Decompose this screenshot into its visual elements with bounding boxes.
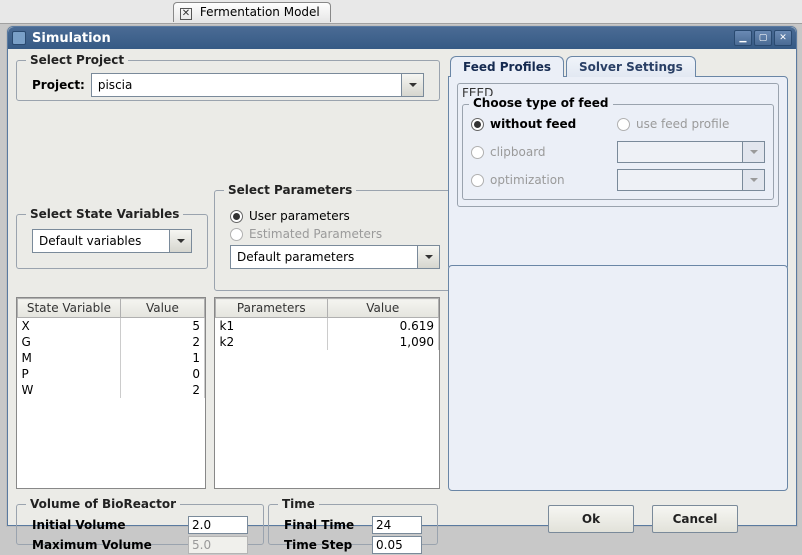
parameters-table[interactable]: Parameters Value k10.619 k21,090	[214, 297, 440, 489]
chevron-down-icon[interactable]	[418, 245, 440, 269]
radio-icon	[230, 210, 243, 223]
table-row[interactable]: k21,090	[216, 334, 439, 350]
col-header[interactable]: Value	[327, 299, 439, 318]
time-step-label: Time Step	[284, 538, 352, 552]
app-icon	[12, 31, 26, 45]
radio-icon	[471, 118, 484, 131]
radio-icon	[471, 146, 484, 159]
ok-button[interactable]: Ok	[548, 505, 634, 533]
table-row[interactable]: P0	[18, 366, 205, 382]
initial-volume-input[interactable]: 2.0	[188, 516, 248, 534]
maximize-button[interactable]: ▢	[754, 30, 772, 46]
feed-profiles-panel: FEED Choose type of feed without feed	[448, 76, 788, 270]
choose-feed-legend: Choose type of feed	[469, 96, 613, 110]
radio-label: without feed	[490, 117, 576, 131]
radio-user-parameters[interactable]: User parameters	[230, 209, 440, 223]
tab-label: Fermentation Model	[200, 5, 320, 19]
col-header[interactable]: State Variable	[18, 299, 121, 318]
maximum-volume-label: Maximum Volume	[32, 538, 152, 552]
minimize-button[interactable]: ▁	[734, 30, 752, 46]
state-variables-select[interactable]: Default variables	[32, 229, 192, 253]
titlebar[interactable]: Simulation ▁ ▢ ✕	[8, 27, 796, 49]
close-button[interactable]: ✕	[774, 30, 792, 46]
tab-feed-profiles[interactable]: Feed Profiles	[450, 56, 564, 77]
radio-clipboard: clipboard	[471, 145, 611, 159]
radio-icon	[471, 174, 484, 187]
col-header[interactable]: Parameters	[216, 299, 328, 318]
radio-label: clipboard	[490, 145, 546, 159]
radio-label: optimization	[490, 173, 565, 187]
radio-icon	[230, 228, 243, 241]
chevron-down-icon[interactable]	[170, 229, 192, 253]
initial-volume-label: Initial Volume	[32, 518, 126, 532]
chevron-down-icon	[743, 169, 765, 191]
chevron-down-icon[interactable]	[402, 73, 424, 97]
radio-optimization: optimization	[471, 173, 611, 187]
project-label: Project:	[32, 78, 85, 92]
select-state-variables-group: Select State Variables Default variables	[16, 207, 208, 269]
col-header[interactable]: Value	[120, 299, 204, 318]
sp-value: Default parameters	[237, 250, 354, 264]
optimization-select	[617, 169, 765, 191]
tab-fermentation-model[interactable]: ✕ Fermentation Model	[173, 2, 331, 22]
chevron-down-icon	[743, 141, 765, 163]
radio-estimated-parameters: Estimated Parameters	[230, 227, 440, 241]
secondary-panel	[448, 265, 788, 491]
table-row[interactable]: X5	[18, 318, 205, 335]
volume-group: Volume of BioReactor Initial Volume 2.0 …	[16, 497, 264, 545]
radio-without-feed[interactable]: without feed	[471, 117, 611, 131]
time-group: Time Final Time 24 Time Step 0.05	[268, 497, 438, 545]
maximum-volume-input: 5.0	[188, 536, 248, 554]
radio-label: use feed profile	[636, 117, 729, 131]
window-title: Simulation	[32, 31, 732, 46]
table-row[interactable]: G2	[18, 334, 205, 350]
table-row[interactable]: W2	[18, 382, 205, 398]
final-time-input[interactable]: 24	[372, 516, 422, 534]
volume-legend: Volume of BioReactor	[26, 497, 180, 511]
select-parameters-group: Select Parameters User parameters Estima…	[214, 183, 456, 291]
sp-legend: Select Parameters	[224, 183, 356, 197]
radio-label: Estimated Parameters	[249, 227, 382, 241]
close-icon[interactable]: ✕	[180, 8, 192, 20]
project-select[interactable]: piscia	[91, 73, 424, 97]
select-project-group: Select Project Project: piscia	[16, 53, 440, 101]
time-step-input[interactable]: 0.05	[372, 536, 422, 554]
parameters-select[interactable]: Default parameters	[230, 245, 440, 269]
time-legend: Time	[278, 497, 319, 511]
select-project-legend: Select Project	[26, 53, 128, 67]
radio-use-feed-profile: use feed profile	[617, 117, 765, 131]
table-row[interactable]: M1	[18, 350, 205, 366]
table-row[interactable]: k10.619	[216, 318, 439, 335]
project-value: piscia	[98, 78, 133, 92]
ssv-legend: Select State Variables	[26, 207, 183, 221]
ssv-value: Default variables	[39, 234, 141, 248]
clipboard-select	[617, 141, 765, 163]
state-variable-table[interactable]: State Variable Value X5 G2 M1 P0 W2	[16, 297, 206, 489]
radio-icon	[617, 118, 630, 131]
final-time-label: Final Time	[284, 518, 354, 532]
tab-solver-settings[interactable]: Solver Settings	[566, 56, 696, 77]
radio-label: User parameters	[249, 209, 350, 223]
cancel-button[interactable]: Cancel	[652, 505, 738, 533]
simulation-window: Simulation ▁ ▢ ✕ Select Project Project:…	[7, 26, 797, 526]
